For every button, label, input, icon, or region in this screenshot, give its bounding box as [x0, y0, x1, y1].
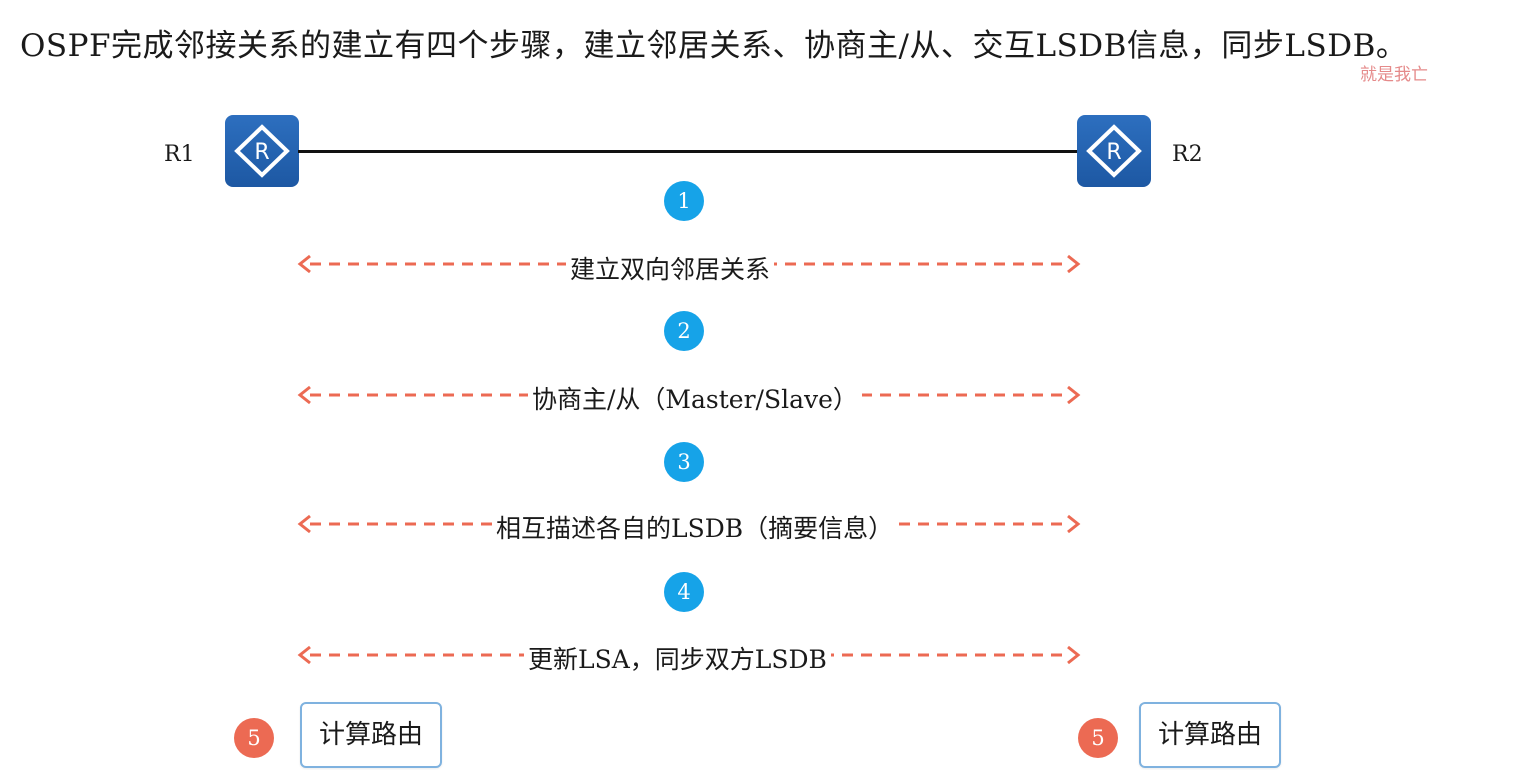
- watermark: 就是我亡: [1360, 65, 1428, 85]
- svg-text:R: R: [1106, 140, 1121, 165]
- step-2-text: 协商主/从（Master/Slave）: [528, 380, 862, 416]
- calc-route-box-right: 计算路由: [1139, 702, 1281, 768]
- router-r2-icon: R: [1077, 115, 1151, 187]
- calc-route-box-left: 计算路由: [300, 702, 442, 768]
- step-1-text: 建立双向邻居关系: [566, 250, 775, 286]
- step-3-text: 相互描述各自的LSDB（摘要信息）: [492, 509, 898, 545]
- svg-text:R: R: [254, 140, 269, 165]
- page-title: OSPF完成邻接关系的建立有四个步骤，建立邻居关系、协商主/从、交互LSDB信息…: [20, 28, 1408, 64]
- router-r1-icon: R: [225, 115, 299, 187]
- step-1-badge: 1: [664, 181, 704, 221]
- link-line: [298, 150, 1078, 153]
- router-r2-label: R2: [1172, 142, 1203, 167]
- step-5-badge-right: 5: [1078, 718, 1118, 758]
- step-4-badge: 4: [664, 572, 704, 612]
- step-2-badge: 2: [664, 311, 704, 351]
- router-r1-label: R1: [164, 142, 195, 167]
- step-4-text: 更新LSA，同步双方LSDB: [524, 640, 831, 676]
- step-5-badge-left: 5: [234, 718, 274, 758]
- step-3-badge: 3: [664, 442, 704, 482]
